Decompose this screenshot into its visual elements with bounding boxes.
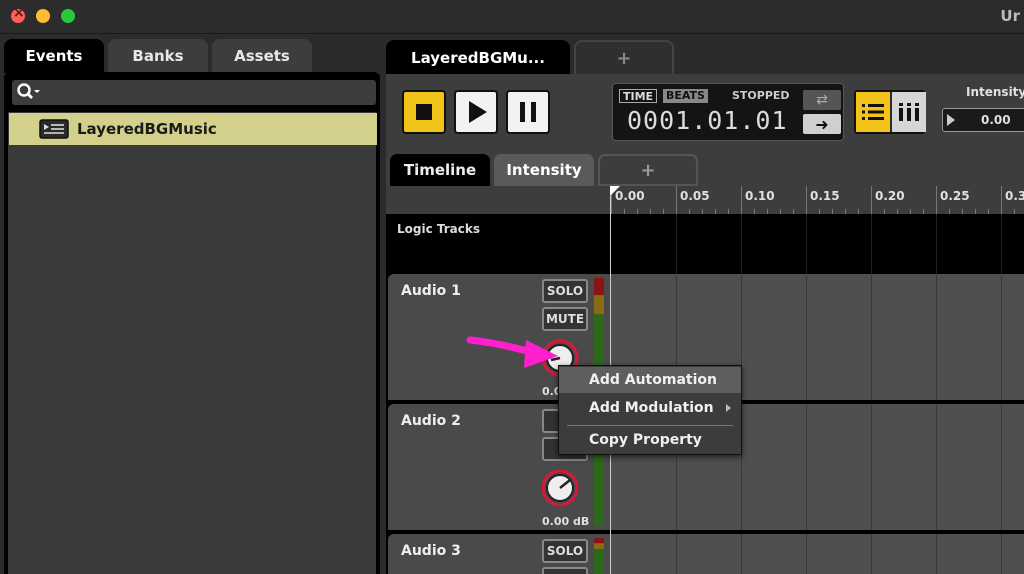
beats-mode-button[interactable]: BEATS: [663, 89, 708, 103]
menu-item-add-automation[interactable]: Add Automation: [559, 367, 741, 393]
event-editor: TIME BEATS STOPPED 0001.01.01 ⇄ ➜ Intens…: [386, 74, 1024, 574]
add-editor-tab-button[interactable]: +: [574, 40, 674, 76]
audio-track: Audio 3 SOLO: [388, 534, 1024, 574]
ruler-major-line: [936, 186, 937, 214]
add-parameter-tab-button[interactable]: +: [598, 154, 698, 186]
track-lane[interactable]: [610, 534, 1024, 574]
volume-knob[interactable]: [540, 468, 580, 508]
volume-value: 0.00 dB: [542, 515, 590, 528]
close-window-button[interactable]: [11, 5, 25, 23]
menu-item-label: Copy Property: [589, 432, 702, 448]
stop-icon: [416, 104, 432, 120]
pause-button[interactable]: [506, 90, 550, 134]
menu-divider: [567, 425, 733, 426]
tab-events[interactable]: Events: [4, 39, 104, 73]
browser-tabs: Events Banks Assets: [0, 34, 384, 73]
follow-playhead-button[interactable]: ➜: [803, 114, 841, 134]
tab-timeline[interactable]: Timeline: [390, 154, 490, 186]
ruler-tick-label: 0.05: [680, 189, 710, 203]
play-icon: [469, 101, 487, 123]
ruler-major-line: [1001, 186, 1002, 214]
event-tree: LayeredBGMusic: [8, 112, 377, 574]
context-menu: Add Automation Add Modulation Copy Prope…: [558, 365, 742, 455]
track-name: Audio 2: [401, 413, 461, 429]
timeline-position: 0001.01.01: [627, 106, 788, 135]
menu-item-label: Add Automation: [589, 372, 717, 388]
ruler-tick-label: 0.15: [810, 189, 840, 203]
title-bar: Ur: [0, 0, 1024, 34]
parameter-value: 0.00: [981, 113, 1011, 127]
mute-button[interactable]: [542, 567, 588, 574]
menu-item-copy-property[interactable]: Copy Property: [559, 427, 741, 453]
track-header[interactable]: Audio 3 SOLO: [388, 534, 610, 574]
play-triangle-icon: [947, 114, 955, 126]
ruler-major-line: [741, 186, 742, 214]
track-name: Audio 3: [401, 543, 461, 559]
mixer-view-icon: [899, 103, 919, 121]
menu-item-label: Add Modulation: [589, 400, 714, 416]
submenu-arrow-icon: [726, 404, 731, 412]
window-title: Ur: [1000, 7, 1020, 25]
tree-item-label: LayeredBGMusic: [77, 120, 217, 138]
ruler-tick-label: 0.3: [1005, 189, 1024, 203]
event-browser: LayeredBGMusic: [4, 72, 380, 574]
tab-layeredbgmusic[interactable]: LayeredBGMu...: [386, 40, 570, 76]
logic-tracks-label: Logic Tracks: [397, 222, 481, 236]
time-mode-button[interactable]: TIME: [619, 89, 658, 103]
list-view-button[interactable]: [856, 92, 890, 132]
play-button[interactable]: [454, 90, 498, 134]
ruler-major-line: [871, 186, 872, 214]
tab-assets[interactable]: Assets: [212, 39, 312, 73]
search-icon[interactable]: [16, 82, 44, 102]
transport-bar: TIME BEATS STOPPED 0001.01.01 ⇄ ➜ Intens…: [386, 74, 1024, 150]
playhead-handle[interactable]: [610, 186, 620, 196]
tab-intensity[interactable]: Intensity: [494, 154, 594, 186]
minimize-window-button[interactable]: [36, 9, 50, 23]
level-meter: [594, 538, 604, 574]
logic-tracks-area: Logic Tracks: [386, 214, 1024, 274]
tree-item-layeredbgmusic[interactable]: LayeredBGMusic: [9, 113, 377, 145]
view-toggle: [854, 90, 926, 134]
mixer-view-button[interactable]: [892, 92, 926, 132]
maximize-window-button[interactable]: [61, 9, 75, 23]
pause-icon: [520, 102, 536, 122]
time-display: TIME BEATS STOPPED 0001.01.01 ⇄ ➜: [612, 83, 844, 141]
ruler-major-line: [806, 186, 807, 214]
editor-subtabs: Timeline Intensity +: [386, 150, 1024, 186]
parameter-value-field[interactable]: 0.00: [942, 108, 1024, 132]
parameter-name: Intensity: [966, 85, 1024, 99]
ruler-tick-label: 0.25: [940, 189, 970, 203]
mute-button[interactable]: MUTE: [542, 307, 588, 331]
ruler-major-line: [676, 186, 677, 214]
solo-button[interactable]: SOLO: [542, 279, 588, 303]
track-name: Audio 1: [401, 283, 461, 299]
parameter-ruler[interactable]: 0.00 0.05 0.10 0.15 0.20 0.25 0.3: [386, 186, 1024, 214]
ruler-tick-label: 0.20: [875, 189, 905, 203]
solo-button[interactable]: SOLO: [542, 539, 588, 563]
stop-button[interactable]: [402, 90, 446, 134]
list-view-icon: [862, 104, 884, 120]
search-box[interactable]: [12, 80, 376, 105]
search-input[interactable]: [48, 82, 368, 102]
playback-status: STOPPED: [732, 89, 790, 102]
ruler-tick-label: 0.10: [745, 189, 775, 203]
menu-item-add-modulation[interactable]: Add Modulation: [559, 395, 741, 421]
tab-banks[interactable]: Banks: [108, 39, 208, 73]
loop-button[interactable]: ⇄: [803, 90, 841, 110]
event-icon: [39, 119, 69, 139]
editor-tabs: LayeredBGMu... +: [384, 34, 1024, 76]
